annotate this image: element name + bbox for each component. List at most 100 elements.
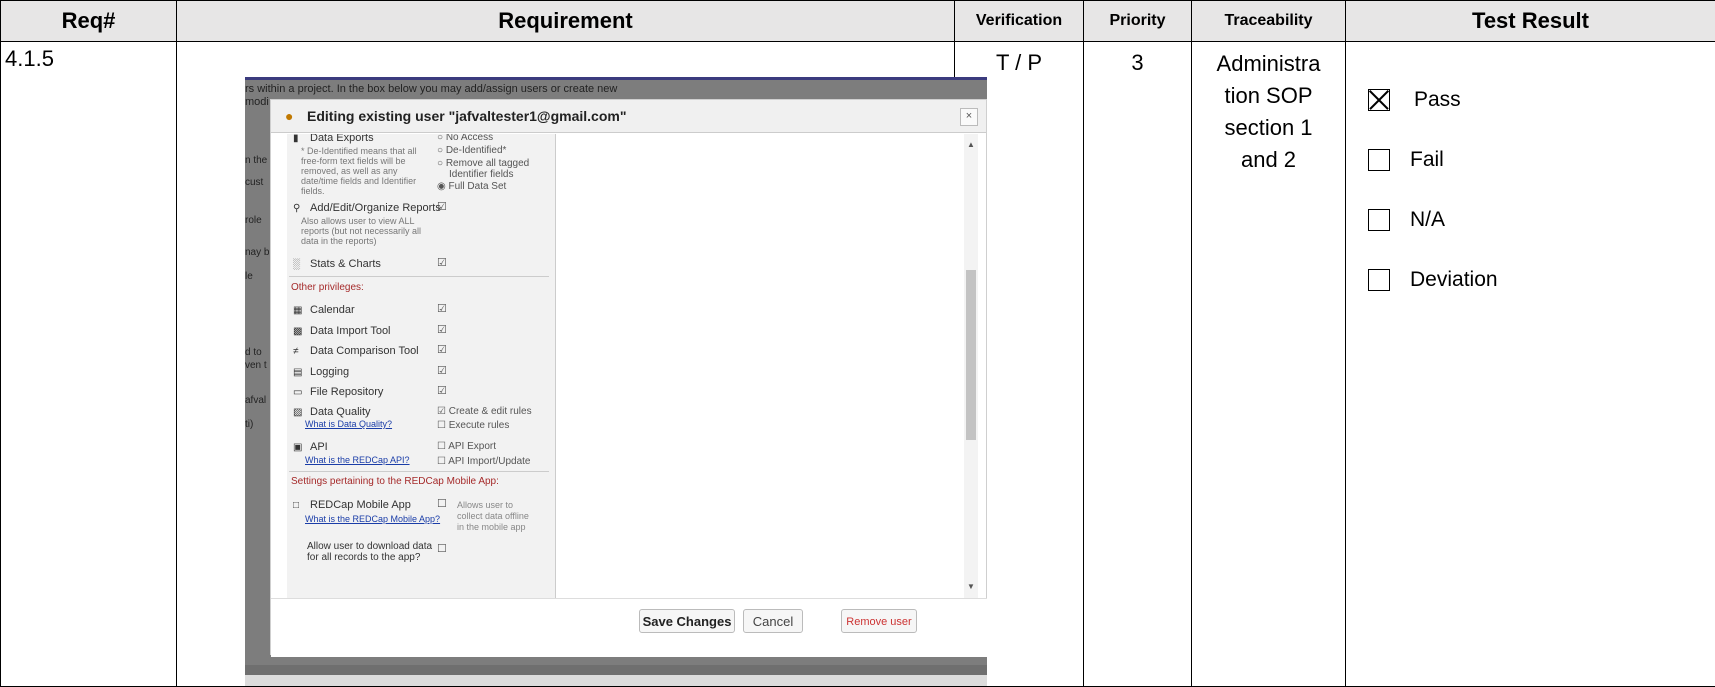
side-fragment: d to <box>245 347 262 358</box>
radio-remove-identifiers[interactable]: ○ Remove all tagged <box>437 158 529 169</box>
header-traceability: Traceability <box>1192 1 1346 42</box>
traceability-line: tion SOP <box>1192 80 1345 112</box>
search-icon: ⚲ <box>293 203 305 214</box>
pass-label: Pass <box>1414 88 1461 112</box>
api-row: ▣API <box>293 441 328 453</box>
result-pass[interactable]: Pass <box>1368 70 1715 130</box>
radio-no-access[interactable]: ○ No Access <box>437 134 493 143</box>
fail-label: Fail <box>1410 148 1444 172</box>
result-deviation[interactable]: Deviation <box>1368 250 1715 310</box>
result-na[interactable]: N/A <box>1368 190 1715 250</box>
file-repository-checkbox[interactable]: ☑ <box>437 384 447 397</box>
verification-value: T / P <box>955 42 1083 78</box>
scrollbar-thumb[interactable] <box>966 270 976 440</box>
data-quality-link[interactable]: What is Data Quality? <box>305 419 392 429</box>
data-exports-note: * De-Identified means that all free-form… <box>301 146 417 196</box>
divider <box>289 471 549 472</box>
test-result-options: Pass Fail N/A Deviation <box>1346 42 1715 310</box>
top-banner <box>245 77 987 80</box>
dialog-scrollbar[interactable]: ▲ ▼ <box>964 134 978 598</box>
reports-label: Add/Edit/Organize Reports <box>310 202 441 214</box>
priority-value: 3 <box>1084 42 1191 78</box>
stats-checkbox[interactable]: ☑ <box>437 256 447 269</box>
background-footer-strip <box>245 675 987 686</box>
side-fragment: role <box>245 215 262 226</box>
req-cell: 4.1.5 <box>1 42 177 687</box>
test-result-cell: Pass Fail N/A Deviation <box>1346 42 1715 687</box>
traceability-line: section 1 <box>1192 112 1345 144</box>
privileges-panel: ▮ Data Exports * De-Identified means that… <box>287 134 556 598</box>
side-fragment: nay b <box>245 247 269 258</box>
api-icon: ▣ <box>293 442 305 453</box>
not-equal-icon: ≠ <box>293 346 305 357</box>
data-exports-label: Data Exports <box>310 134 374 144</box>
chart-icon: ░ <box>293 259 305 270</box>
cancel-button[interactable]: Cancel <box>743 609 803 633</box>
calendar-checkbox[interactable]: ☑ <box>437 302 447 315</box>
close-icon[interactable]: × <box>960 108 978 126</box>
dq-execute-checkbox[interactable]: ☐ Execute rules <box>437 420 509 431</box>
api-import-checkbox[interactable]: ☐ API Import/Update <box>437 456 530 467</box>
traceability-value: Administra tion SOP section 1 and 2 <box>1192 42 1345 176</box>
dialog-header: ● Editing existing user "jafvaltester1@g… <box>271 100 986 133</box>
pass-checkbox[interactable] <box>1368 89 1390 111</box>
result-fail[interactable]: Fail <box>1368 130 1715 190</box>
radio-remove-identifiers-line2: Identifier fields <box>449 169 513 180</box>
mobile-section-heading: Settings pertaining to the REDCap Mobile… <box>291 476 499 487</box>
data-import-row: ▩Data Import Tool <box>293 325 391 337</box>
na-checkbox[interactable] <box>1368 209 1390 231</box>
export-icon: ▮ <box>293 134 305 144</box>
side-fragment: cust <box>245 177 263 188</box>
header-test-result: Test Result <box>1346 1 1715 42</box>
stats-label: Stats & Charts <box>310 258 381 270</box>
side-fragment: ven t <box>245 360 267 371</box>
header-req: Req# <box>1 1 177 42</box>
table-header-row: Req# Requirement Verification Priority T… <box>1 1 1715 42</box>
dialog-title: Editing existing user "jafvaltester1@gma… <box>307 108 626 124</box>
data-quality-row: ▨Data Quality <box>293 406 371 418</box>
data-exports-row: ▮ Data Exports <box>293 134 374 144</box>
remove-user-button[interactable]: Remove user <box>841 609 917 633</box>
deviation-checkbox[interactable] <box>1368 269 1390 291</box>
reports-checkbox[interactable]: ☑ <box>437 200 447 213</box>
radio-full-data-set[interactable]: ◉ Full Data Set <box>437 181 506 192</box>
side-fragment: le <box>245 271 253 282</box>
traceability-line: Administra <box>1192 48 1345 80</box>
folder-icon: ▭ <box>293 387 305 398</box>
clipboard-icon: ▨ <box>293 407 305 418</box>
mobile-app-checkbox[interactable]: ☐ <box>437 497 447 510</box>
api-export-checkbox[interactable]: ☐ API Export <box>437 441 496 452</box>
data-import-checkbox[interactable]: ☑ <box>437 323 447 336</box>
divider <box>289 276 549 277</box>
scroll-down-icon[interactable]: ▼ <box>967 582 975 591</box>
header-verification: Verification <box>955 1 1084 42</box>
na-label: N/A <box>1410 208 1445 232</box>
background-text: rs within a project. In the box below yo… <box>245 83 617 95</box>
dq-create-edit-checkbox[interactable]: ☑ Create & edit rules <box>437 406 532 417</box>
side-fragment: afval <box>245 395 266 406</box>
mobile-app-link[interactable]: What is the REDCap Mobile App? <box>305 514 440 524</box>
import-icon: ▩ <box>293 326 305 337</box>
side-fragment: ti) <box>245 419 253 430</box>
embedded-screenshot: rs within a project. In the box below yo… <box>245 77 987 686</box>
api-link[interactable]: What is the REDCap API? <box>305 455 410 465</box>
fail-checkbox[interactable] <box>1368 149 1390 171</box>
file-repository-row: ▭File Repository <box>293 386 383 398</box>
scroll-up-icon[interactable]: ▲ <box>967 140 975 149</box>
save-changes-button[interactable]: Save Changes <box>639 609 735 633</box>
download-checkbox[interactable]: ☐ <box>437 542 447 555</box>
log-icon: ▤ <box>293 367 305 378</box>
download-label: Allow user to download data for all reco… <box>307 541 432 563</box>
data-comparison-checkbox[interactable]: ☑ <box>437 343 447 356</box>
header-requirement: Requirement <box>177 1 955 42</box>
mobile-app-row: □REDCap Mobile App <box>293 499 411 511</box>
radio-de-identified[interactable]: ○ De-Identified* <box>437 145 506 156</box>
stats-row: ░ Stats & Charts <box>293 258 381 270</box>
header-priority: Priority <box>1084 1 1192 42</box>
reports-row: ⚲ Add/Edit/Organize Reports <box>293 202 441 214</box>
logging-checkbox[interactable]: ☑ <box>437 364 447 377</box>
calendar-row: ▦Calendar <box>293 304 355 316</box>
other-privileges-heading: Other privileges: <box>291 282 364 293</box>
dialog-footer: Save Changes Cancel Remove user <box>271 598 987 657</box>
edit-user-dialog: ● Editing existing user "jafvaltester1@g… <box>270 99 987 655</box>
